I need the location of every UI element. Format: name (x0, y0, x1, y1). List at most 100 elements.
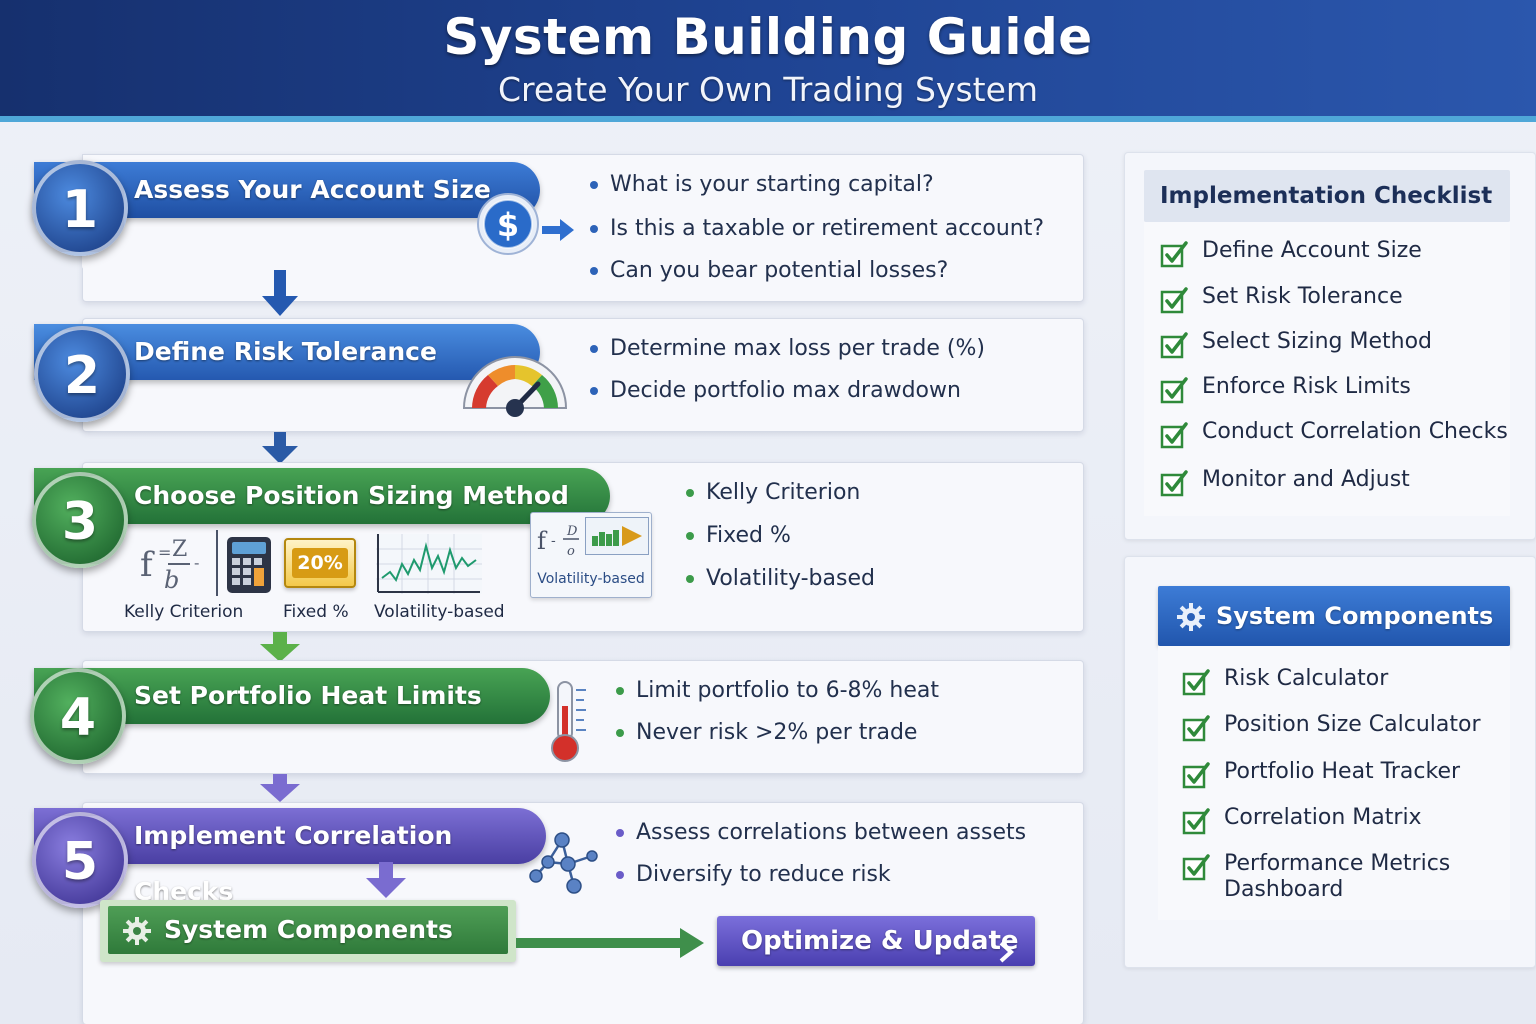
step-1-number-badge: 1 (32, 160, 128, 256)
list-item: Determine max loss per trade (%) (588, 328, 1078, 370)
svg-text:-: - (194, 553, 199, 572)
gear-icon (1176, 602, 1206, 632)
checklist-item[interactable]: Correlation Matrix (1182, 805, 1504, 835)
step-3-number-badge: 3 (32, 472, 128, 568)
list-item: Diversify to reduce risk (614, 854, 1074, 896)
gear-icon (122, 916, 152, 946)
checklist-item-label: Portfolio Heat Tracker (1224, 759, 1461, 784)
checklist-item-label: Set Risk Tolerance (1202, 284, 1403, 309)
fixed-label: Fixed % (283, 602, 349, 622)
checklist-item-label: Define Account Size (1202, 238, 1422, 263)
checklist-item[interactable]: Conduct Correlation Checks (1160, 419, 1508, 449)
checkbox-checked-icon (1160, 376, 1188, 404)
divider (216, 530, 218, 596)
down-arrow-icon (364, 862, 408, 904)
kelly-label: Kelly Criterion (124, 602, 244, 622)
mini-chart-play-icon (585, 517, 649, 555)
svg-text:-: - (551, 533, 556, 549)
dollar-coin-icon: $ (476, 192, 540, 256)
checkbox-checked-icon (1182, 668, 1210, 696)
svg-text:$: $ (497, 206, 519, 244)
list-item: Limit portfolio to 6-8% heat (614, 670, 1074, 712)
optimize-update-button[interactable]: Optimize & Update (717, 916, 1035, 966)
volatility-chart-icon (376, 534, 482, 594)
step-1-band-underlay (82, 210, 532, 270)
system-components-label: System Components (164, 915, 453, 944)
checklist-item[interactable]: Set Risk Tolerance (1160, 284, 1508, 314)
list-item: Assess correlations between assets (614, 812, 1074, 854)
system-components-bar[interactable]: System Components (100, 900, 516, 962)
step-5-number-badge: 5 (32, 812, 128, 908)
list-item: Never risk >2% per trade (614, 712, 1074, 754)
checkbox-checked-icon (1182, 761, 1210, 789)
step-5-bullets: Assess correlations between assets Diver… (614, 812, 1074, 896)
thermometer-icon (546, 680, 592, 764)
step-3-title: Choose Position Sizing Method (134, 481, 569, 510)
checkbox-checked-icon (1182, 714, 1210, 742)
svg-text:D: D (566, 524, 578, 539)
checklist-item[interactable]: Enforce Risk Limits (1160, 374, 1508, 404)
list-item: Volatility-based (684, 558, 1064, 600)
components-title: System Components (1216, 602, 1494, 630)
checklist-title: Implementation Checklist (1160, 183, 1493, 209)
list-item: Can you bear potential losses? (588, 250, 1078, 292)
checklist-item[interactable]: Define Account Size (1160, 238, 1508, 268)
system-components-inner: System Components (108, 906, 508, 954)
checkbox-checked-icon (1160, 286, 1188, 314)
volatility-tag: Volatility-based (537, 571, 645, 587)
calculator-icon (226, 536, 272, 594)
flow-right-arrow-icon (516, 926, 706, 960)
components-header: System Components (1158, 586, 1510, 646)
list-item: Kelly Criterion (684, 472, 1064, 514)
checklist-item-label: Risk Calculator (1224, 666, 1389, 691)
svg-text:f: f (537, 527, 548, 555)
down-arrow-icon (260, 270, 300, 322)
step-4-bullets: Limit portfolio to 6-8% heat Never risk … (614, 670, 1074, 754)
checklist-item-label: Monitor and Adjust (1202, 467, 1410, 492)
step-3-bullets: Kelly Criterion Fixed % Volatility-based (684, 472, 1064, 600)
checklist-item[interactable]: Risk Calculator (1182, 666, 1504, 696)
checkbox-checked-icon (1160, 469, 1188, 497)
mini-formula-icon: f - D o (535, 519, 585, 559)
svg-text:b: b (164, 566, 179, 594)
sizing-method-box: f - D o Volatility-based (530, 512, 652, 598)
step-2-bullets: Determine max loss per trade (%) Decide … (588, 328, 1078, 412)
chevron-right-icon (997, 930, 1017, 963)
kelly-formula-icon: f = Z b - (138, 534, 212, 594)
checklist-item[interactable]: Select Sizing Method (1160, 329, 1508, 359)
step-1-title: Assess Your Account Size (134, 175, 491, 204)
checklist-item-label: Position Size Calculator (1224, 712, 1481, 737)
checklist-item[interactable]: Monitor and Adjust (1160, 467, 1508, 497)
step-4-number-badge: 4 (30, 668, 126, 764)
checkbox-checked-icon (1182, 807, 1210, 835)
list-item: What is your starting capital? (588, 164, 1078, 206)
checklist-item-label: Enforce Risk Limits (1202, 374, 1411, 399)
list-item: Fixed % (684, 515, 1064, 557)
step-1-right-arrow-icon (540, 216, 576, 244)
checklist-item[interactable]: Portfolio Heat Tracker (1182, 759, 1504, 789)
svg-text:Z: Z (172, 537, 187, 562)
header-banner: System Building Guide Create Your Own Tr… (0, 0, 1536, 122)
svg-text:f: f (140, 545, 155, 585)
checklist-item[interactable]: Performance Metrics Dashboard (1182, 851, 1504, 903)
step-1-bullets: What is your starting capital? Is this a… (588, 164, 1078, 292)
page-title: System Building Guide (443, 8, 1093, 66)
checkbox-checked-icon (1160, 240, 1188, 268)
step-2-title: Define Risk Tolerance (134, 337, 437, 366)
optimize-update-label: Optimize & Update (741, 926, 1019, 956)
checklist-item-label: Conduct Correlation Checks (1202, 419, 1508, 444)
checklist-item[interactable]: Position Size Calculator (1182, 712, 1504, 742)
gauge-icon (458, 350, 572, 422)
checklist-item-label: Correlation Matrix (1224, 805, 1422, 830)
step-4-title: Set Portfolio Heat Limits (134, 681, 482, 710)
volatility-label: Volatility-based (374, 602, 505, 622)
checklist-item-label: Select Sizing Method (1202, 329, 1433, 354)
checkbox-checked-icon (1160, 331, 1188, 359)
fixed-percent-badge: 20% (292, 548, 348, 578)
svg-text:o: o (567, 544, 575, 559)
list-item: Is this a taxable or retirement account? (588, 208, 1078, 250)
checkbox-checked-icon (1160, 421, 1188, 449)
svg-text:=: = (158, 543, 171, 562)
checklist-header: Implementation Checklist (1144, 170, 1510, 222)
fixed-percent-icon: 20% (284, 538, 356, 588)
